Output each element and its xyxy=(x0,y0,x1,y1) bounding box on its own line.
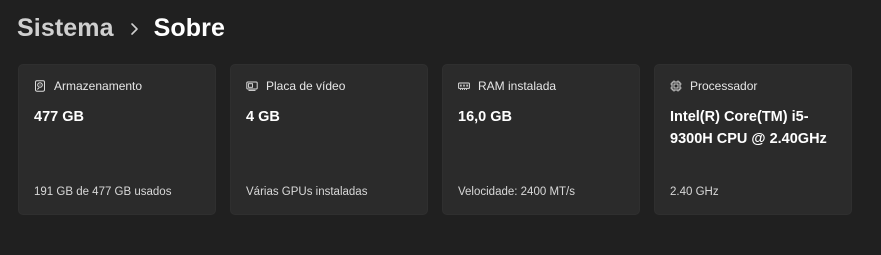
storage-card-detail: 191 GB de 477 GB usados xyxy=(34,186,172,198)
storage-card-value: 477 GB xyxy=(34,109,84,125)
ram-card-header: RAM instalada xyxy=(458,79,556,93)
storage-card-label: Armazenamento xyxy=(54,79,143,93)
video-card-label: Placa de vídeo xyxy=(266,79,346,93)
processor-card[interactable]: Processador Intel(R) Core(TM) i5-9300H C… xyxy=(654,64,852,215)
video-card-value: 4 GB xyxy=(246,109,280,125)
chevron-right-icon xyxy=(114,14,154,43)
storage-card-header: Armazenamento xyxy=(34,79,142,93)
ram-card-value: 16,0 GB xyxy=(458,109,512,125)
memory-ram-icon xyxy=(458,80,470,92)
processor-card-label: Processador xyxy=(690,79,758,93)
processor-card-detail: 2.40 GHz xyxy=(670,186,719,198)
ram-card[interactable]: RAM instalada 16,0 GB Velocidade: 2400 M… xyxy=(442,64,640,215)
video-card[interactable]: Placa de vídeo 4 GB Várias GPUs instalad… xyxy=(230,64,428,215)
video-card-detail: Várias GPUs instaladas xyxy=(246,186,368,198)
processor-card-value: Intel(R) Core(TM) i5-9300H CPU @ 2.40GHz xyxy=(670,109,827,147)
processor-card-header: Processador xyxy=(670,79,757,93)
storage-drive-icon xyxy=(34,80,46,92)
display-adapter-icon xyxy=(246,80,258,92)
breadcrumb-sistema-link[interactable]: Sistema xyxy=(17,14,114,43)
ram-card-detail: Velocidade: 2400 MT/s xyxy=(458,186,575,198)
ram-card-label: RAM instalada xyxy=(478,79,557,93)
video-card-header: Placa de vídeo xyxy=(246,79,345,93)
storage-card[interactable]: Armazenamento 477 GB 191 GB de 477 GB us… xyxy=(18,64,216,215)
page-title: Sobre xyxy=(153,13,225,42)
about-page: Sistema Sobre Armazenamento 477 GB 191 G… xyxy=(0,0,881,255)
processor-chip-icon xyxy=(670,80,682,92)
spec-cards: Armazenamento 477 GB 191 GB de 477 GB us… xyxy=(18,64,852,215)
breadcrumb: Sistema Sobre xyxy=(17,10,225,46)
